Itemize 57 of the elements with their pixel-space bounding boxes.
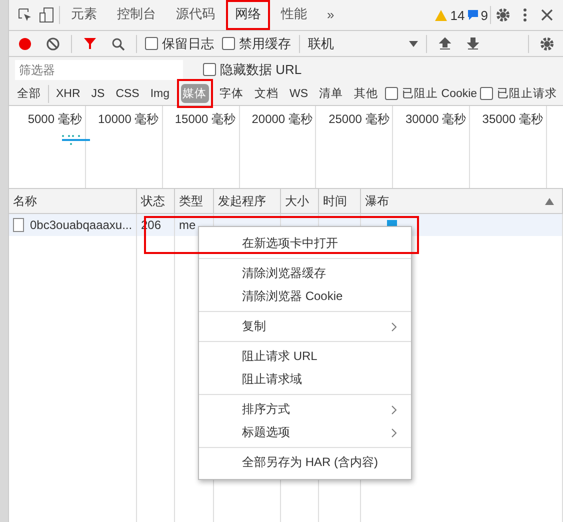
type-filter[interactable]: 全部 xyxy=(13,82,45,105)
sort-icon xyxy=(545,198,554,204)
preserve-log-checkbox[interactable]: 保留日志 xyxy=(145,34,214,52)
column-header[interactable]: 大小 xyxy=(281,189,319,214)
timeline-tick: 5000 毫秒 xyxy=(28,112,82,126)
column-header[interactable]: 瀑布 xyxy=(361,189,563,214)
menu-item[interactable]: 阻止请求 URL xyxy=(199,345,411,368)
type-filter[interactable]: JS xyxy=(87,84,109,104)
timeline-activity-drawing xyxy=(61,134,91,145)
panel-tab[interactable]: 源代码 xyxy=(167,0,224,30)
type-filter[interactable]: Img xyxy=(146,84,174,104)
menu-item[interactable]: 阻止请求域 xyxy=(199,368,411,391)
menu-item[interactable]: 标题选项 xyxy=(199,421,411,444)
blocked-requests-checkbox[interactable]: 已阻止请求 xyxy=(480,86,558,101)
column-header[interactable]: 发起程序 xyxy=(214,189,281,214)
panel-tab[interactable]: 性能 xyxy=(272,0,316,30)
timeline-tick: 25000 毫秒 xyxy=(328,112,390,126)
type-filter[interactable]: WS xyxy=(286,84,312,104)
column-header[interactable]: 状态 xyxy=(137,189,175,214)
column-header[interactable]: 时间 xyxy=(319,189,361,214)
hide-data-urls-checkbox[interactable]: 隐藏数据 URL xyxy=(203,60,302,78)
type-filter[interactable]: 字体 xyxy=(216,82,248,105)
column-header[interactable]: 类型 xyxy=(175,189,214,214)
warning-icon xyxy=(434,8,448,22)
warning-count: 14 xyxy=(450,8,465,22)
type-filter[interactable]: CSS xyxy=(112,84,144,104)
message-count: 9 xyxy=(480,8,488,22)
timeline-tick: 35000 毫秒 xyxy=(482,112,543,126)
timeline-tick: 15000 毫秒 xyxy=(174,112,236,126)
type-filter[interactable]: 清单 xyxy=(315,82,348,105)
type-filter[interactable]: 文档 xyxy=(250,82,283,105)
timeline-tick: 20000 毫秒 xyxy=(252,112,312,126)
menu-item[interactable]: 清除浏览器缓存 xyxy=(199,262,411,285)
menu-item[interactable]: 全部另存为 HAR (含内容) xyxy=(199,451,411,474)
chevron-icon xyxy=(391,322,397,332)
chevron-icon xyxy=(391,404,397,414)
file-icon xyxy=(13,218,24,232)
column-label: 瀑布 xyxy=(365,192,389,210)
disable-cache-checkbox[interactable]: 禁用缓存 xyxy=(222,34,291,52)
menu-item[interactable]: 复制 xyxy=(199,315,411,338)
menu-item[interactable]: 排序方式 xyxy=(199,398,411,421)
type-filter[interactable]: 其他 xyxy=(350,82,382,105)
timeline-tick: 10000 毫秒 xyxy=(98,112,159,126)
chevron-icon xyxy=(391,428,397,438)
panel-tab[interactable]: 元素 xyxy=(62,0,106,30)
panel-tab[interactable]: 网络 xyxy=(226,0,270,30)
timeline-tick: 30000 毫秒 xyxy=(405,112,466,126)
menu-item[interactable]: 清除浏览器 Cookie xyxy=(199,285,411,308)
panel-tab[interactable]: 控制台 xyxy=(108,0,165,30)
type-filter[interactable]: XHR xyxy=(52,84,84,104)
column-header[interactable]: 名称 xyxy=(9,189,137,214)
blocked-cookies-checkbox[interactable]: 已阻止 Cookie xyxy=(385,86,478,101)
message-icon xyxy=(466,9,479,21)
more-tabs-button[interactable]: » xyxy=(318,0,344,30)
caret-icon xyxy=(409,40,418,46)
throttling-dropdown[interactable]: 联机 xyxy=(308,34,418,52)
filter-field[interactable]: 筛选器 xyxy=(15,60,183,80)
